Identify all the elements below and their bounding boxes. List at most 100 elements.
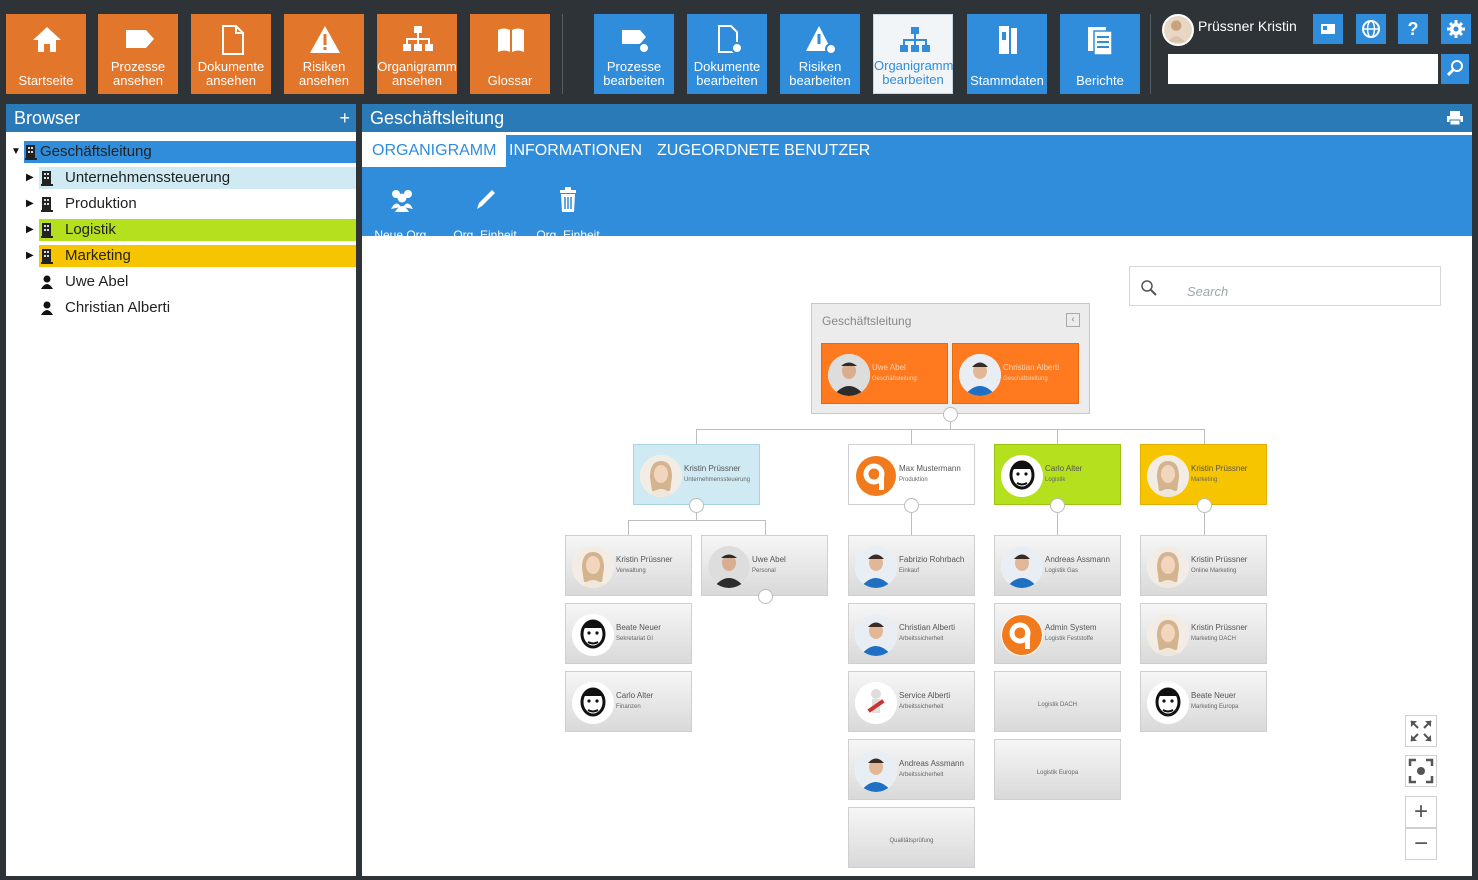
prozesse-bearbeiten-label: Prozesse bearbeiten [603, 59, 665, 88]
org-node[interactable]: Christian Alberti Geschäftsleitung [952, 343, 1079, 404]
org-node[interactable]: Uwe Abel Geschäftsleitung [821, 343, 948, 404]
orgchart-search[interactable]: Search [1129, 266, 1441, 306]
help-button[interactable]: ? [1398, 14, 1428, 44]
print-icon[interactable] [1446, 110, 1464, 126]
connector-line [1204, 429, 1205, 444]
tree-item[interactable]: ▶ Unternehmenssteuerung [6, 167, 356, 189]
risiken-ansehen-button[interactable]: Risiken ansehen [284, 14, 364, 94]
glossar-button[interactable]: Glossar [470, 14, 550, 94]
connector-line [696, 512, 697, 520]
person-icon [41, 301, 53, 315]
document-gear-icon [718, 25, 743, 54]
tree-item[interactable]: ▶ Produktion [6, 193, 356, 215]
organigramm-bearbeiten-button[interactable]: Organigramm bearbeiten [873, 14, 953, 94]
dokumente-ansehen-button[interactable]: Dokumente ansehen [191, 14, 271, 94]
connector-line [696, 429, 697, 444]
org-node[interactable]: Service Alberti Arbeitssicherheit [848, 671, 975, 732]
fit-view-button[interactable] [1405, 755, 1437, 787]
startseite-button[interactable]: Startseite [6, 14, 86, 94]
tree-item[interactable]: Christian Alberti [6, 297, 356, 319]
top-toolbar: Startseite Prozesse ansehen Dokumente an… [0, 0, 1478, 100]
settings-button[interactable] [1441, 14, 1471, 44]
action-bar: Neue Org. Einheit Org. Einheit bearbeite… [362, 167, 1472, 253]
org-node[interactable]: Kristin Prüssner Verwaltung [565, 535, 692, 596]
collapsed-arrow-icon[interactable]: ▶ [26, 167, 34, 189]
org-node[interactable]: Kristin Prüssner Marketing [1140, 444, 1267, 505]
collapsed-arrow-icon[interactable]: ▶ [26, 245, 34, 267]
toolbar-separator [1150, 14, 1151, 94]
org-node[interactable]: Qualitätsprüfung [848, 807, 975, 868]
prozesse-bearbeiten-button[interactable]: Prozesse bearbeiten [594, 14, 674, 94]
org-node[interactable]: Carlo Alter Finanzen [565, 671, 692, 732]
tab-zugeordnete-benutzer[interactable]: ZUGEORDNETE BENUTZER [647, 135, 880, 167]
collapse-toggle[interactable] [943, 407, 958, 422]
berichte-button[interactable]: Berichte [1060, 14, 1140, 94]
org-node[interactable]: Christian Alberti Arbeitssicherheit [848, 603, 975, 664]
zoom-in-button[interactable]: + [1405, 796, 1437, 828]
org-node[interactable]: Beate Neuer Marketing Europa [1140, 671, 1267, 732]
browser-add-button[interactable]: + [339, 104, 350, 132]
tab-organigramm[interactable]: ORGANIGRAMM [362, 135, 507, 167]
edit-org-unit-button[interactable]: Org. Einheit bearbeiten [450, 173, 520, 253]
risiken-ansehen-label: Risiken ansehen [299, 59, 349, 88]
org-node[interactable]: Kristin Prüssner Marketing DACH [1140, 603, 1267, 664]
id-card-button[interactable] [1313, 14, 1343, 44]
tab-bar: ORGANIGRAMM INFORMATIONEN ZUGEORDNETE BE… [362, 135, 1472, 167]
collapsed-arrow-icon[interactable]: ▶ [26, 193, 34, 215]
person-photo [855, 614, 897, 656]
collapse-group-icon[interactable]: ‹ [1066, 313, 1080, 327]
expanded-arrow-icon[interactable]: ▼ [11, 141, 21, 163]
tree-item[interactable]: ▶ Marketing [6, 245, 356, 267]
delete-org-unit-button[interactable]: Org. Einheit löschen [533, 173, 603, 253]
org-node[interactable]: Andreas Assmann Arbeitssicherheit [848, 739, 975, 800]
node-role: Logistik DACH [1037, 702, 1077, 708]
new-org-unit-button[interactable]: Neue Org. Einheit [367, 173, 437, 253]
language-button[interactable] [1356, 14, 1386, 44]
person-photo [959, 354, 1001, 396]
process-icon [126, 30, 154, 48]
node-role: Logistik Feststoffe [1045, 636, 1094, 642]
org-node[interactable]: Logistik DACH [994, 671, 1121, 732]
prozesse-ansehen-button[interactable]: Prozesse ansehen [98, 14, 178, 94]
company-logo-icon [856, 456, 896, 496]
global-search-input[interactable] [1168, 54, 1438, 84]
tree-item[interactable]: ▼ Geschäftsleitung [6, 141, 356, 163]
group-title: Geschäftsleitung [822, 314, 912, 328]
node-role: Online Marketing [1191, 568, 1237, 574]
org-node[interactable]: Max Mustermann Produktion [848, 444, 975, 505]
node-name: Kristin Prüssner [684, 464, 741, 473]
tree-item[interactable]: ▶ Logistik [6, 219, 356, 241]
node-photo [855, 455, 897, 497]
node-photo [855, 750, 897, 792]
org-node[interactable]: Kristin Prüssner Online Marketing [1140, 535, 1267, 596]
dokumente-bearbeiten-button[interactable]: Dokumente bearbeiten [687, 14, 767, 94]
collapse-toggle[interactable] [689, 498, 704, 513]
node-photo [572, 614, 614, 656]
collapsed-arrow-icon[interactable]: ▶ [26, 219, 34, 241]
collapse-toggle[interactable] [904, 498, 919, 513]
expand-button[interactable] [1405, 715, 1437, 747]
node-name: Kristin Prüssner [1191, 623, 1248, 632]
risiken-bearbeiten-button[interactable]: Risiken bearbeiten [780, 14, 860, 94]
tree-item[interactable]: Uwe Abel [6, 271, 356, 293]
collapse-toggle[interactable] [1050, 498, 1065, 513]
organigramm-ansehen-button[interactable]: Organigramm ansehen [377, 14, 457, 94]
org-node[interactable]: Beate Neuer Sekretariat GI [565, 603, 692, 664]
collapse-toggle[interactable] [1197, 498, 1212, 513]
org-node[interactable]: Uwe Abel Personal [701, 535, 828, 596]
org-node[interactable]: Andreas Assmann Logistik Gas [994, 535, 1121, 596]
org-node[interactable]: Fabrizio Rohrbach Einkauf [848, 535, 975, 596]
node-role: Sekretariat GI [616, 636, 654, 642]
tab-informationen[interactable]: INFORMATIONEN [499, 135, 652, 167]
zoom-out-button[interactable]: − [1405, 828, 1437, 860]
org-node[interactable]: Logistik Europa [994, 739, 1121, 800]
collapse-toggle[interactable] [758, 589, 773, 604]
org-node[interactable]: Carlo Alter Logistik [994, 444, 1121, 505]
orgchart-icon [403, 26, 433, 51]
org-node[interactable]: Kristin Prüssner Unternehmenssteuerung [633, 444, 760, 505]
org-node[interactable]: Admin System Logistik Feststoffe [994, 603, 1121, 664]
book-icon [498, 28, 524, 52]
node-role: Arbeitssicherheit [899, 636, 944, 642]
global-search-button[interactable] [1441, 54, 1469, 84]
stammdaten-button[interactable]: Stammdaten [967, 14, 1047, 94]
